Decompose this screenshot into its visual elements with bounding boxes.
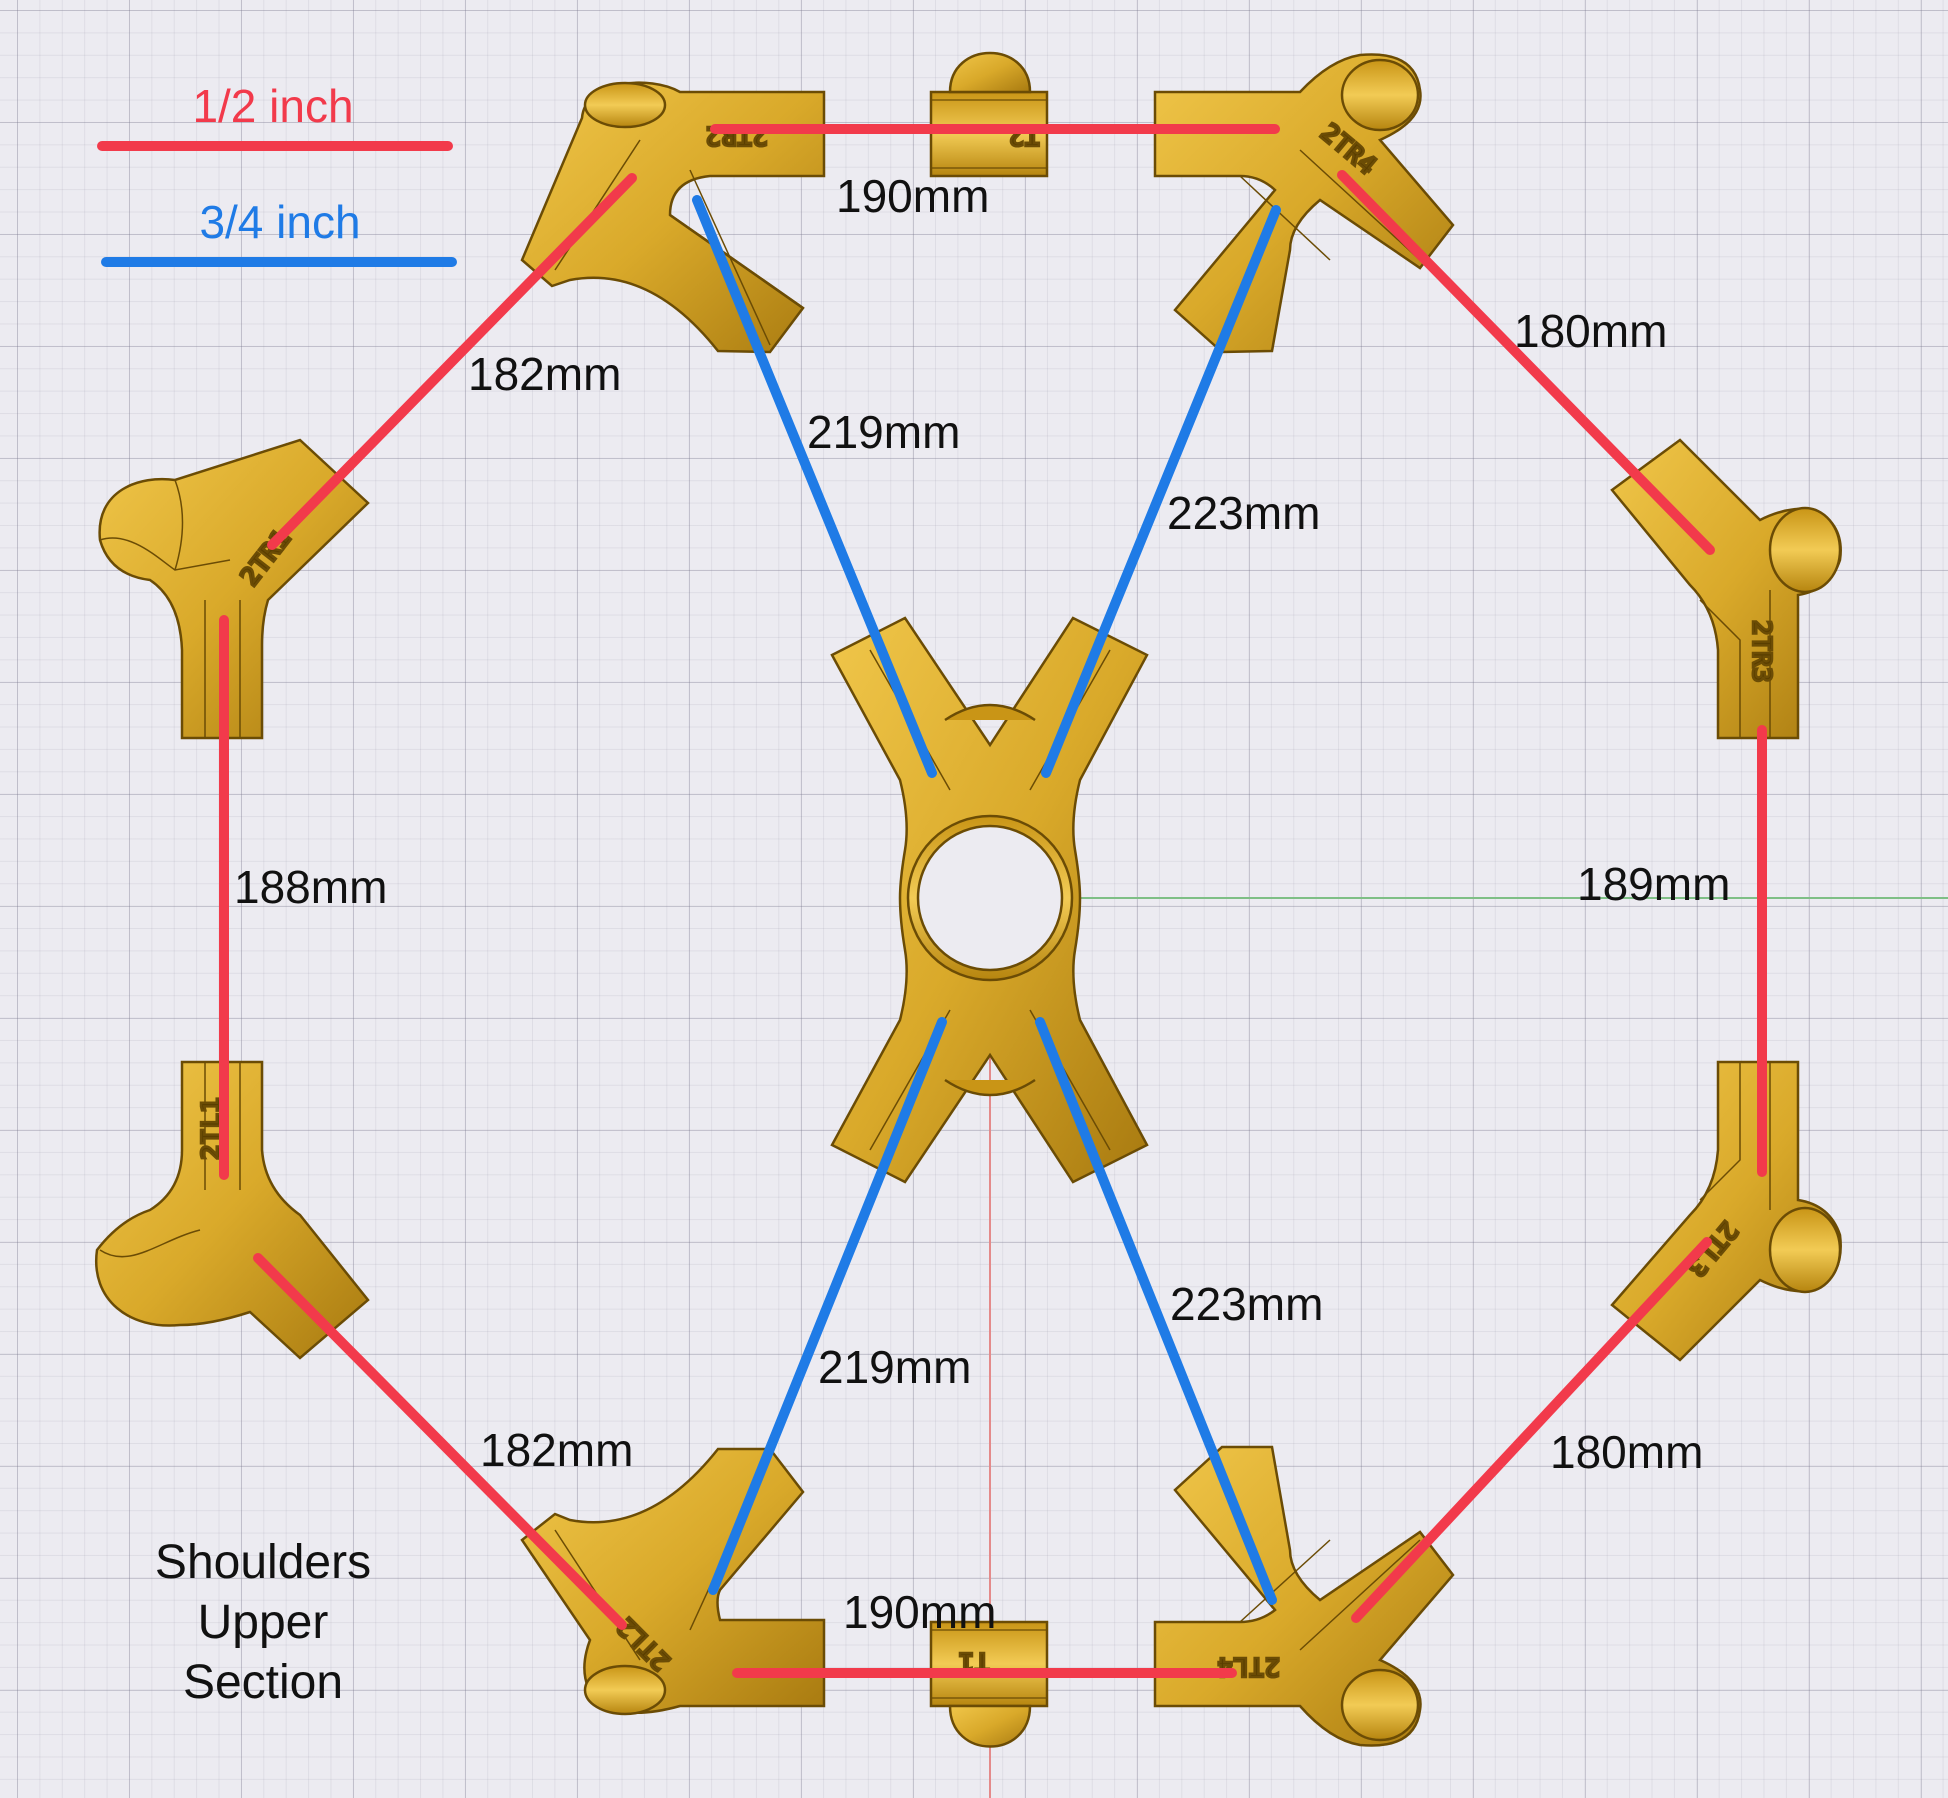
measure-lower-right: 180mm: [1550, 1426, 1703, 1478]
measure-left: 188mm: [234, 861, 387, 913]
measure-lower-left: 182mm: [480, 1424, 633, 1476]
measure-right: 189mm: [1577, 858, 1730, 910]
measure-upper-right: 180mm: [1514, 305, 1667, 357]
measure-inner-upper-right: 223mm: [1167, 487, 1320, 539]
part-2tl1: 2TL1: [94, 1060, 370, 1360]
line-inner-lower-left: [708, 1017, 947, 1595]
measure-upper-left: 182mm: [468, 348, 621, 400]
assembly-diagram: 2TR2 T2 2TR4 2TR1 2TR3 2TL1 2TL3 2TL2 T1…: [94, 51, 1948, 1798]
part-t2: T2: [929, 51, 1049, 178]
measure-inner-upper-left: 219mm: [807, 406, 960, 458]
part-t1: T1: [929, 1620, 1049, 1748]
measure-bottom: 190mm: [843, 1586, 996, 1638]
line-inner-upper-left: [692, 195, 937, 778]
part-2tl4: 2TL4: [1153, 1445, 1455, 1747]
legend-label-three-quarter-inch: 3/4 inch: [199, 196, 360, 248]
measure-top: 190mm: [836, 170, 989, 222]
part-2tr4: 2TR4: [1153, 53, 1455, 354]
part-label-2tr3: 2TR3: [1746, 620, 1776, 683]
caption-line-3: Section: [183, 1656, 343, 1709]
legend: 1/2 inch 3/4 inch: [97, 80, 457, 267]
measure-inner-lower-left: 219mm: [818, 1341, 971, 1393]
caption: Shoulders Upper Section: [155, 1536, 371, 1709]
measure-inner-lower-right: 223mm: [1170, 1278, 1323, 1330]
caption-line-2: Upper: [198, 1596, 329, 1649]
part-2tl3: 2TL3: [1610, 1060, 1842, 1362]
legend-label-half-inch: 1/2 inch: [192, 80, 353, 132]
part-2tr2: 2TR2: [520, 81, 826, 354]
caption-line-1: Shoulders: [155, 1536, 371, 1589]
line-upper-right: [1337, 170, 1715, 555]
